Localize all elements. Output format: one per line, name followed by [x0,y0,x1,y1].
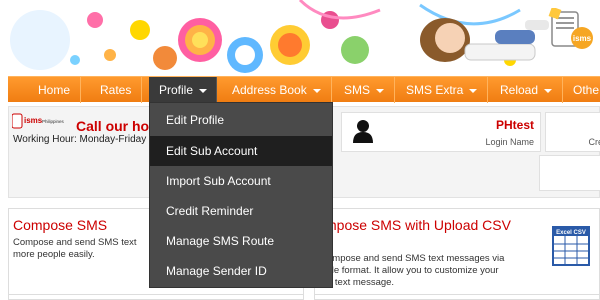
nav-rates[interactable]: Rates [90,77,143,103]
isms-logo: isms [548,8,593,49]
menu-import-sub-account[interactable]: Import Sub Account [150,166,332,196]
nav-reload-label: Reload [500,83,539,97]
chevron-down-icon [469,88,478,93]
nav-other[interactable]: Othe [563,77,600,103]
small-logo-text: isms [24,116,43,125]
nav-home[interactable]: Home [28,77,82,103]
isms-small-logo: isms Philippines [12,113,65,129]
compose-sms-title[interactable]: Compose SMS [13,217,107,233]
excel-csv-label: Excel CSV [556,230,586,236]
nav-sms-extra-label: SMS Extra [406,83,464,97]
working-hour-text: Working Hour: Monday-Friday [13,134,147,145]
chevron-down-icon [544,88,553,93]
menu-manage-sms-route[interactable]: Manage SMS Route [150,226,332,256]
next-card-right [314,294,600,300]
small-logo-sub: Philippines [42,119,65,124]
nav-sms-label: SMS [344,83,371,97]
login-card: PHtest Login Name [341,112,541,152]
compose-sms-desc-1: Compose and send SMS text [13,237,137,248]
compose-upload-csv-title[interactable]: mpose SMS with Upload CSV [325,217,511,233]
chevron-down-icon [312,88,321,93]
banner-girl-image [420,18,549,62]
nav-home-label: Home [38,83,71,97]
menu-edit-profile[interactable]: Edit Profile [150,105,332,135]
next-card-left [8,294,304,300]
call-us-text: Call our ho [76,118,150,134]
main-nav: Home Rates Profile Address Book SMS SMS … [8,76,600,103]
compose-sms-desc-2: more people easily. [13,249,95,260]
menu-manage-sender-id[interactable]: Manage Sender ID [150,256,332,286]
compose-upload-csv-desc-3: n text message. [327,277,395,288]
menu-edit-sub-account[interactable]: Edit Sub Account [150,136,332,166]
header-banner: isms [0,0,600,74]
credit-label: Cred [588,137,600,147]
nav-sms-extra[interactable]: SMS Extra [396,77,489,103]
extra-card [539,155,600,191]
compose-upload-csv-desc-1: ompose and send SMS text messages via [327,253,505,264]
menu-credit-reminder[interactable]: Credit Reminder [150,196,332,226]
excel-csv-icon: Excel CSV [552,226,590,266]
login-name-label: Login Name [485,137,534,147]
nav-rates-label: Rates [100,83,132,97]
profile-dropdown-menu: Edit Profile Edit Sub Account Import Sub… [149,102,333,288]
credit-card: Cred [545,112,600,152]
nav-reload[interactable]: Reload [490,77,564,103]
nav-profile-label: Profile [159,83,194,97]
chevron-down-icon [199,88,208,93]
nav-address-book[interactable]: Address Book [222,77,332,103]
login-username: PHtest [495,118,534,132]
nav-address-book-label: Address Book [232,83,307,97]
nav-other-label: Othe [573,83,600,97]
isms-logo-text: isms [573,34,592,43]
nav-sms[interactable]: SMS [334,77,396,103]
nav-profile[interactable]: Profile [149,77,217,103]
user-icon [353,120,373,143]
compose-upload-csv-desc-2: file format. It allow you to customize y… [327,265,499,276]
chevron-down-icon [376,88,385,93]
